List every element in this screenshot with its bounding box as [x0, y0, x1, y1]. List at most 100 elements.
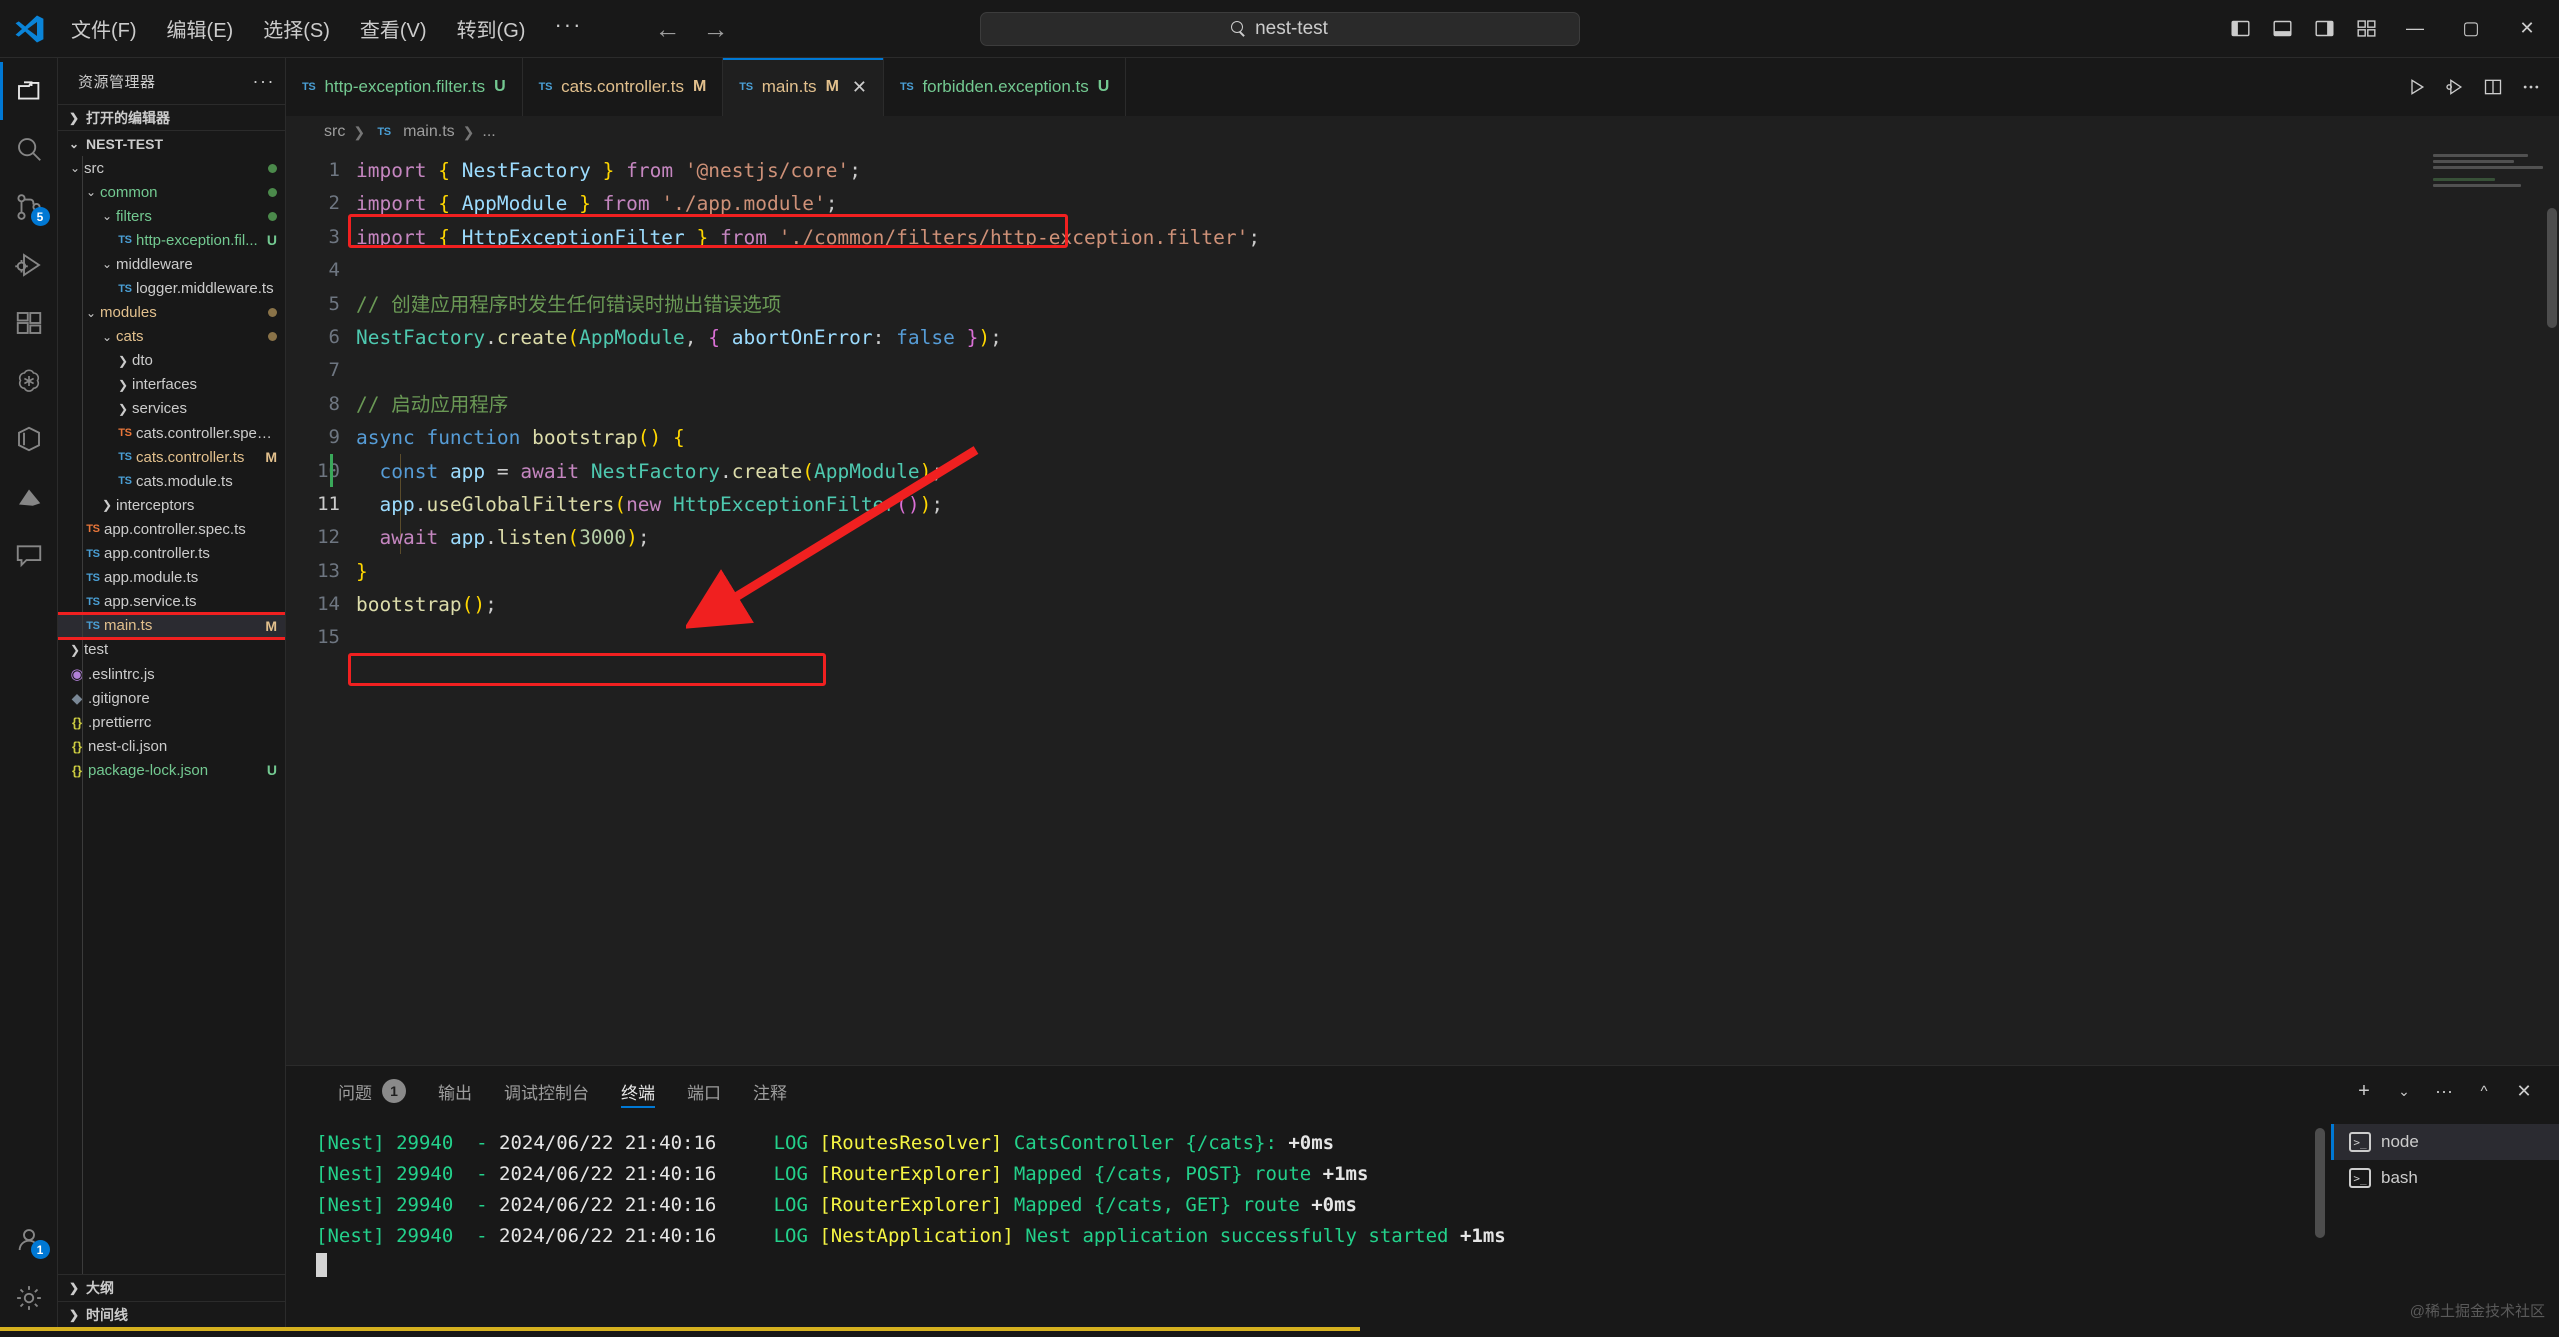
window-minimize-button[interactable]: —	[2389, 0, 2441, 58]
editor-tab-cats-controller-ts[interactable]: TS cats.controller.ts M	[522, 58, 724, 116]
tree-item-middleware[interactable]: ⌄ middleware	[58, 252, 285, 276]
run-and-debug-icon[interactable]	[2437, 69, 2473, 105]
panel-more-ellipsis-icon[interactable]: ···	[2427, 1074, 2461, 1108]
toggle-primary-sidebar-icon[interactable]	[2221, 10, 2259, 48]
editor-tab-forbidden-exception-ts[interactable]: TS forbidden.exception.ts U	[883, 58, 1127, 116]
tree-item--gitignore[interactable]: ◆ .gitignore	[58, 686, 285, 710]
code-line[interactable]: async function bootstrap() {	[356, 421, 2559, 454]
activity-settings-gear-icon[interactable]	[0, 1269, 58, 1327]
tree-item-app-module-ts[interactable]: TS app.module.ts	[58, 566, 285, 590]
tree-item-cats-module-ts[interactable]: TS cats.module.ts	[58, 469, 285, 493]
menu-more-icon[interactable]: ···	[542, 10, 594, 48]
activity-accounts-icon[interactable]: 1	[0, 1211, 58, 1269]
tree-item-http-exception-fil-[interactable]: TS http-exception.fil... U	[58, 228, 285, 252]
terminal-instance-list[interactable]: ▲ >_node>_bash	[2331, 1116, 2559, 1327]
tree-item-modules[interactable]: ⌄ modules	[58, 301, 285, 325]
outline-section[interactable]: ❯ 大纲	[58, 1275, 285, 1301]
command-center[interactable]: nest-test	[979, 11, 1580, 46]
tree-item-cats[interactable]: ⌄ cats	[58, 325, 285, 349]
activity-extensions-icon[interactable]	[0, 294, 58, 352]
code-line[interactable]	[356, 621, 2559, 654]
tree-item-test[interactable]: ❯ test	[58, 638, 285, 662]
activity-comments-icon[interactable]	[0, 526, 58, 584]
code-line[interactable]: // 启动应用程序	[356, 388, 2559, 421]
editor-tabs[interactable]: TS http-exception.filter.ts U TS cats.contro…	[286, 58, 2559, 116]
terminal-scrollbar[interactable]	[2315, 1128, 2325, 1238]
code-line[interactable]: import { HttpExceptionFilter } from './c…	[356, 221, 2559, 254]
code-line[interactable]: await app.listen(3000);	[356, 521, 2559, 554]
toggle-panel-icon[interactable]	[2263, 10, 2301, 48]
tree-item-services[interactable]: ❯ services	[58, 397, 285, 421]
tree-item-interceptors[interactable]: ❯ interceptors	[58, 493, 285, 517]
activity-docker-icon[interactable]	[0, 410, 58, 468]
window-close-button[interactable]: ✕	[2501, 0, 2553, 58]
code-line[interactable]: // 创建应用程序时发生任何错误时抛出错误选项	[356, 288, 2559, 321]
code-line[interactable]: }	[356, 555, 2559, 588]
activity-explorer-icon[interactable]	[0, 62, 58, 120]
tree-item-common[interactable]: ⌄ common	[58, 180, 285, 204]
code-content[interactable]: import { NestFactory } from '@nestjs/cor…	[330, 148, 2559, 1065]
tree-item-cats-controller-ts[interactable]: TS cats.controller.ts M	[58, 445, 285, 469]
back-arrow-icon[interactable]: ←	[654, 16, 680, 42]
menu-edit[interactable]: 编辑(E)	[154, 8, 247, 49]
tree-item-logger-middleware-ts[interactable]: TS logger.middleware.ts	[58, 276, 285, 300]
activity-run-debug-icon[interactable]	[0, 236, 58, 294]
code-line[interactable]: NestFactory.create(AppModule, { abortOnE…	[356, 321, 2559, 354]
terminal-instance-node[interactable]: >_ node	[2331, 1124, 2559, 1160]
activity-source-control-icon[interactable]: 5	[0, 178, 58, 236]
tree-item-interfaces[interactable]: ❯ interfaces	[58, 373, 285, 397]
code-editor[interactable]: 1 2 3 4 5 6 7 8 9 10 11 12 13 14 15 import { NestFacto…	[286, 148, 2559, 1065]
editor-vertical-scrollbar[interactable]	[2547, 208, 2557, 328]
close-panel-icon[interactable]: ✕	[2507, 1074, 2541, 1108]
terminal-dropdown-chevron-down-icon[interactable]: ⌄	[2387, 1074, 2421, 1108]
run-file-icon[interactable]	[2399, 69, 2435, 105]
tree-item--prettierrc[interactable]: {} .prettierrc	[58, 710, 285, 734]
panel-tab-输出[interactable]: 输出	[422, 1066, 488, 1116]
tree-item-cats-controller-spec-ts[interactable]: TS cats.controller.spec.ts	[58, 421, 285, 445]
breadcrumb-src[interactable]: src	[324, 123, 345, 141]
new-terminal-plus-icon[interactable]: +	[2347, 1074, 2381, 1108]
window-maximize-button[interactable]: ▢	[2445, 0, 2497, 58]
code-line[interactable]: import { AppModule } from './app.module'…	[356, 187, 2559, 220]
tree-item--eslintrc-js[interactable]: ◉ .eslintrc.js	[58, 662, 285, 686]
toggle-secondary-sidebar-icon[interactable]	[2305, 10, 2343, 48]
sidebar-more-icon[interactable]: ···	[253, 71, 275, 92]
activity-nest-icon[interactable]	[0, 468, 58, 526]
minimap[interactable]	[2433, 154, 2543, 208]
menu-view[interactable]: 查看(V)	[347, 8, 440, 49]
timeline-section[interactable]: ❯ 时间线	[58, 1301, 285, 1327]
panel-tab-注释[interactable]: 注释	[737, 1066, 803, 1116]
tree-item-dto[interactable]: ❯ dto	[58, 349, 285, 373]
file-tree[interactable]: ⌄ src ⌄ common ⌄ filters TS http-exception.fil.…	[58, 156, 285, 1274]
split-editor-icon[interactable]	[2475, 69, 2511, 105]
editor-tab-http-exception-filter-ts[interactable]: TS http-exception.filter.ts U	[286, 58, 523, 116]
panel-tab-终端[interactable]: 终端	[605, 1066, 671, 1116]
menu-selection[interactable]: 选择(S)	[250, 8, 343, 49]
menu-file[interactable]: 文件(F)	[58, 8, 150, 49]
activity-search-icon[interactable]	[0, 120, 58, 178]
panel-tab-问题[interactable]: 问题 1	[322, 1066, 422, 1116]
breadcrumb-symbol[interactable]: ...	[482, 123, 495, 141]
terminal-instance-bash[interactable]: >_ bash	[2331, 1160, 2559, 1196]
tree-item-app-controller-ts[interactable]: TS app.controller.ts	[58, 542, 285, 566]
tree-item-package-lock-json[interactable]: {} package-lock.json U	[58, 758, 285, 782]
tree-item-src[interactable]: ⌄ src	[58, 156, 285, 180]
code-line[interactable]: app.useGlobalFilters(new HttpExceptionFi…	[356, 488, 2559, 521]
panel-tab-端口[interactable]: 端口	[671, 1066, 737, 1116]
maximize-panel-chevron-up-icon[interactable]: ^	[2467, 1074, 2501, 1108]
tree-item-filters[interactable]: ⌄ filters	[58, 204, 285, 228]
code-line[interactable]: bootstrap();	[356, 588, 2559, 621]
panel-tabs[interactable]: 问题 1 输出 调试控制台 终端 端口 注释 + ⌄ ··· ^ ✕	[286, 1066, 2559, 1116]
open-editors-section[interactable]: ❯ 打开的编辑器	[58, 104, 285, 130]
code-line[interactable]	[356, 254, 2559, 287]
code-line[interactable]: const app = await NestFactory.create(App…	[356, 455, 2559, 488]
panel-tab-调试控制台[interactable]: 调试控制台	[488, 1066, 605, 1116]
menu-goto[interactable]: 转到(G)	[444, 8, 539, 49]
code-line[interactable]	[356, 354, 2559, 387]
forward-arrow-icon[interactable]: →	[702, 16, 728, 42]
breadcrumb[interactable]: src ❯ TS main.ts ❯ ...	[286, 116, 2559, 148]
tab-close-icon[interactable]: ✕	[852, 77, 867, 98]
editor-more-actions-icon[interactable]	[2513, 69, 2549, 105]
editor-tab-main-ts[interactable]: TS main.ts M ✕	[723, 58, 884, 116]
tree-item-nest-cli-json[interactable]: {} nest-cli.json	[58, 734, 285, 758]
